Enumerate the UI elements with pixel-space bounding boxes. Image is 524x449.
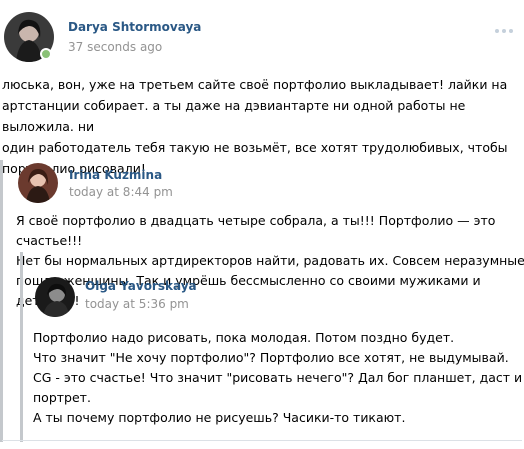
more-dots-icon[interactable] [494, 22, 514, 34]
post-divider [2, 440, 522, 441]
post-timestamp[interactable]: 37 seconds ago [68, 40, 162, 54]
nested-timestamp[interactable]: today at 5:36 pm [85, 297, 189, 311]
online-indicator [40, 48, 52, 60]
post-header: Darya Shtormovaya 37 seconds ago [0, 0, 524, 70]
nested-author-avatar[interactable] [35, 277, 75, 317]
quote-irina: Irina Kuzmina today at 8:44 pm Я своё по… [0, 160, 524, 442]
nested-author-name[interactable]: Olga Yavorskaya [85, 279, 197, 293]
quote-author-avatar[interactable] [18, 163, 58, 203]
nested-quote-text: Портфолио надо рисовать, пока молодая. П… [33, 330, 523, 425]
quote-author-name[interactable]: Irina Kuzmina [69, 168, 162, 182]
quote-timestamp[interactable]: today at 8:44 pm [69, 185, 173, 199]
quote-olga: Olga Yavorskaya today at 5:36 pm Портфол… [20, 252, 524, 442]
post-author-name[interactable]: Darya Shtormovaya [68, 20, 201, 34]
